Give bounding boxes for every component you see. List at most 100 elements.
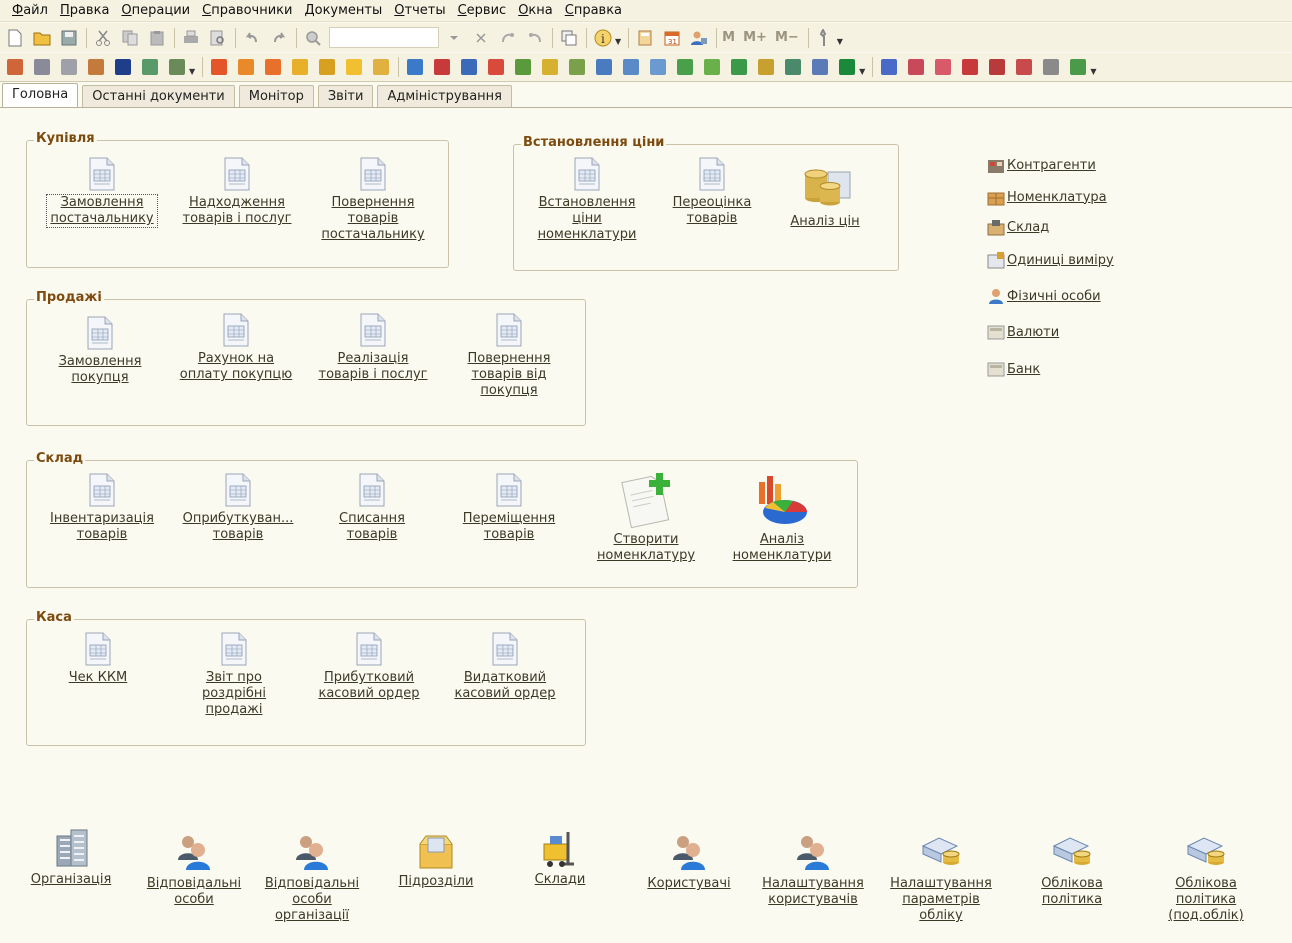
item-label[interactable]: Користувачі xyxy=(642,876,736,892)
bottom-warehouses[interactable]: Склади xyxy=(520,828,600,888)
menu-operations[interactable]: Операции xyxy=(115,3,196,18)
link-items[interactable]: Номенклатура xyxy=(987,188,1107,206)
print-icon[interactable] xyxy=(180,27,202,49)
item-label[interactable]: Реалізація товарів і послуг xyxy=(316,351,430,383)
item-cash-receipt[interactable]: Чек ККМ xyxy=(58,632,138,686)
memory-subtract-button[interactable]: M− xyxy=(775,30,799,45)
sigma-report-icon[interactable] xyxy=(1013,56,1035,78)
item-label[interactable]: Надходження товарів і послуг xyxy=(178,195,296,227)
bottom-tax-accounting-policy[interactable]: Облікова політика (под.облік) xyxy=(1160,832,1252,924)
item-create-item[interactable]: Створити номенклатуру xyxy=(590,470,702,564)
item-label[interactable]: Встановлення ціни номенклатури xyxy=(532,195,642,243)
item-label[interactable]: Аналіз номенклатури xyxy=(726,532,838,564)
item-label[interactable]: Замовлення постачальнику xyxy=(46,194,158,228)
link-label[interactable]: Банк xyxy=(1007,362,1040,377)
item-retail-sales-report[interactable]: Звіт про роздрібні продажі xyxy=(189,632,279,718)
doc-percent-icon[interactable] xyxy=(782,56,804,78)
printer-list-icon[interactable] xyxy=(58,56,80,78)
menu-windows[interactable]: Окна xyxy=(512,3,559,18)
coins-stack-icon[interactable] xyxy=(539,56,561,78)
doc-return-icon[interactable] xyxy=(458,56,480,78)
redo-icon[interactable] xyxy=(268,27,290,49)
chevron-down-icon[interactable]: ▼ xyxy=(189,67,195,76)
tab-monitor[interactable]: Монітор xyxy=(238,85,314,107)
link-label[interactable]: Склад xyxy=(1007,220,1049,235)
item-label[interactable]: Звіт про роздрібні продажі xyxy=(189,670,279,718)
link-units[interactable]: Одиниці виміру xyxy=(987,251,1114,269)
order-customer-icon[interactable] xyxy=(208,56,230,78)
menu-reports[interactable]: Отчеты xyxy=(388,3,451,18)
chevron-down-icon[interactable] xyxy=(443,27,465,49)
calculator-icon[interactable] xyxy=(634,27,656,49)
new-document-icon[interactable] xyxy=(4,27,26,49)
info-icon[interactable]: i xyxy=(592,27,614,49)
wrench-icon[interactable] xyxy=(814,27,836,49)
item-label[interactable]: Налаштування користувачів xyxy=(758,876,868,908)
bottom-accounting-parameters[interactable]: Налаштування параметрів обліку xyxy=(884,832,998,924)
item-label[interactable]: Аналіз цін xyxy=(780,214,870,230)
doc-move-icon[interactable] xyxy=(485,56,507,78)
item-goods-transfer[interactable]: Переміщення товарів xyxy=(459,473,559,543)
item-goods-receipt[interactable]: Надходження товарів і послуг xyxy=(178,157,296,227)
excel-icon[interactable] xyxy=(836,56,858,78)
printer-doc-icon[interactable] xyxy=(85,56,107,78)
link-counterparties[interactable]: Контрагенти xyxy=(987,156,1096,174)
tab-reports[interactable]: Звіти xyxy=(317,85,374,107)
item-customer-order[interactable]: Замовлення покупця xyxy=(50,316,150,386)
link-currencies[interactable]: Валюти xyxy=(987,323,1059,341)
item-label[interactable]: Відповідальні особи організації xyxy=(262,876,362,924)
link-label[interactable]: Номенклатура xyxy=(1007,190,1107,205)
menu-documents[interactable]: Документы xyxy=(298,3,388,18)
chevron-down-icon[interactable]: ▼ xyxy=(1090,67,1096,76)
link-label[interactable]: Фізичні особи xyxy=(1007,289,1101,304)
sigma-check-icon[interactable] xyxy=(1067,56,1089,78)
item-label[interactable]: Відповідальні особи xyxy=(144,876,244,908)
bottom-departments[interactable]: Підрозділи xyxy=(392,830,480,890)
doc-check-icon[interactable] xyxy=(566,56,588,78)
find-next-icon[interactable] xyxy=(497,27,519,49)
link-bank[interactable]: Банк xyxy=(987,360,1040,378)
doc-person-icon[interactable] xyxy=(809,56,831,78)
item-label[interactable]: Переміщення товарів xyxy=(459,511,559,543)
journal-icon[interactable] xyxy=(4,56,26,78)
item-label[interactable]: Оприбуткуван... товарів xyxy=(178,511,298,543)
item-label[interactable]: Облікова політика (под.облік) xyxy=(1160,876,1252,924)
item-revaluation[interactable]: Переоцінка товарів xyxy=(662,157,762,227)
chevron-down-icon[interactable]: ▼ xyxy=(837,37,843,46)
menu-service[interactable]: Сервис xyxy=(452,3,513,18)
factory-icon[interactable] xyxy=(316,56,338,78)
doc-coins-icon[interactable] xyxy=(755,56,777,78)
report-group-icon[interactable] xyxy=(932,56,954,78)
doc-in-icon[interactable] xyxy=(404,56,426,78)
find-prev-icon[interactable] xyxy=(524,27,546,49)
doc-list-icon[interactable] xyxy=(620,56,642,78)
edit-list-icon[interactable] xyxy=(166,56,188,78)
bottom-org-responsible-persons[interactable]: Відповідальні особи організації xyxy=(262,832,362,924)
save-icon[interactable] xyxy=(58,27,80,49)
item-price-analysis[interactable]: Аналіз цін xyxy=(780,158,870,230)
invoice-icon[interactable] xyxy=(235,56,257,78)
report-users-icon[interactable] xyxy=(905,56,927,78)
item-label[interactable]: Видатковий касовий ордер xyxy=(450,670,560,702)
item-cash-in-order[interactable]: Прибутковий касовий ордер xyxy=(314,632,424,702)
item-return-to-supplier[interactable]: Повернення товарів постачальнику xyxy=(318,157,428,243)
coins-icon[interactable] xyxy=(289,56,311,78)
item-label[interactable]: Інвентаризація товарів xyxy=(46,511,158,543)
item-label[interactable]: Облікова політика xyxy=(1026,876,1118,908)
users-icon[interactable] xyxy=(112,56,134,78)
item-label[interactable]: Налаштування параметрів обліку xyxy=(884,876,998,924)
link-label[interactable]: Одиниці виміру xyxy=(1007,253,1114,268)
item-set-item-price[interactable]: Встановлення ціни номенклатури xyxy=(532,157,642,243)
memory-add-button[interactable]: M+ xyxy=(743,30,767,45)
print-preview-icon[interactable] xyxy=(207,27,229,49)
sigma-icon[interactable] xyxy=(986,56,1008,78)
doc-copy-icon[interactable] xyxy=(647,56,669,78)
report-people-icon[interactable] xyxy=(878,56,900,78)
tab-main[interactable]: Головна xyxy=(2,83,79,107)
item-label[interactable]: Рахунок на оплату покупцю xyxy=(176,351,296,383)
menu-file[interactable]: Файл xyxy=(6,3,54,18)
menu-references[interactable]: Справочники xyxy=(196,3,298,18)
chevron-down-icon[interactable]: ▼ xyxy=(615,37,621,46)
item-customer-invoice[interactable]: Рахунок на оплату покупцю xyxy=(176,313,296,383)
item-label[interactable]: Замовлення покупця xyxy=(50,354,150,386)
